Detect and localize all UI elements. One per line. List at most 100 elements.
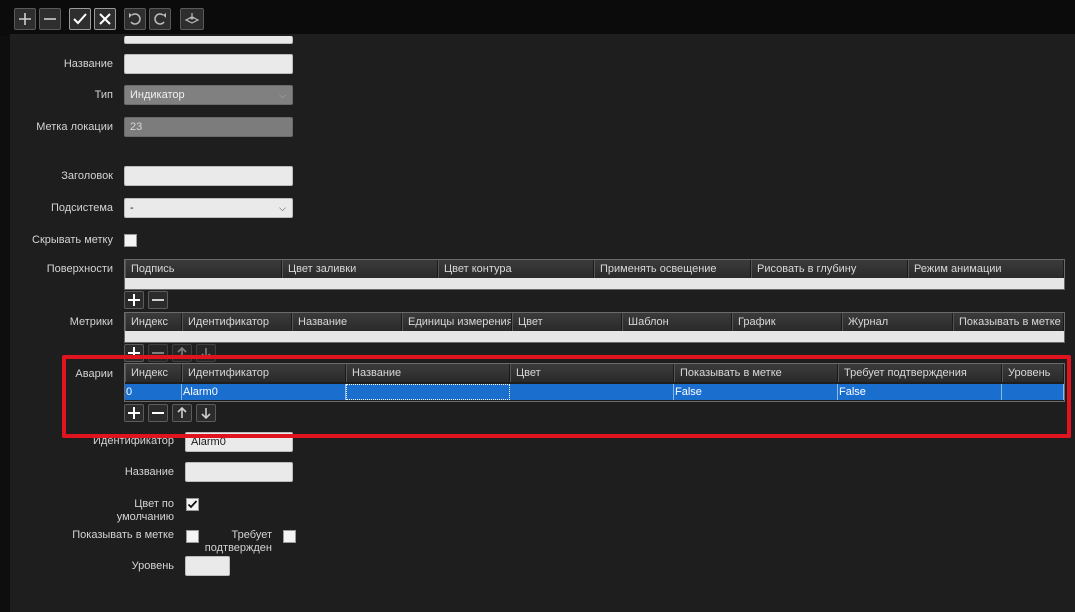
metrics-add-button[interactable] xyxy=(124,344,144,362)
check-icon xyxy=(187,500,198,509)
column-header[interactable]: Цвет xyxy=(512,313,622,331)
column-header[interactable]: Название xyxy=(292,313,402,331)
add-button[interactable] xyxy=(14,8,36,30)
column-header[interactable]: Рисовать в глубину xyxy=(751,260,908,278)
alarm-index-cell[interactable]: 0 xyxy=(125,384,182,400)
default-color-label: Цвет по умолчанию xyxy=(116,498,174,523)
header-label: Заголовок xyxy=(61,170,113,182)
metrics-grid[interactable]: Индекс Идентификатор Название Единицы из… xyxy=(124,312,1065,343)
metrics-grid-header: Индекс Идентификатор Название Единицы из… xyxy=(125,313,1064,331)
alarms-add-button[interactable] xyxy=(124,404,144,422)
surfaces-grid-header: Подпись Цвет заливки Цвет контура Примен… xyxy=(125,260,1064,278)
column-header[interactable]: Цвет xyxy=(510,364,674,382)
type-label: Тип xyxy=(94,89,113,101)
column-header[interactable]: Шаблон xyxy=(622,313,732,331)
apply-button[interactable] xyxy=(69,8,91,30)
remove-button[interactable] xyxy=(39,8,61,30)
arrow-down-icon xyxy=(201,348,211,360)
name-label: Название xyxy=(63,58,113,70)
level-label: Уровень xyxy=(131,560,174,572)
scrolled-input xyxy=(124,36,293,44)
redo-button[interactable] xyxy=(149,8,171,30)
arrow-up-icon xyxy=(177,406,187,418)
metrics-remove-button[interactable] xyxy=(148,344,168,362)
column-header[interactable]: Индекс xyxy=(125,364,182,382)
chevron-down-icon: ⌵ xyxy=(279,203,286,213)
arrow-up-icon xyxy=(177,346,187,358)
alarm-color-cell[interactable] xyxy=(510,384,674,400)
plus-icon xyxy=(128,407,140,419)
column-header[interactable]: Цвет заливки xyxy=(282,260,438,278)
level-field[interactable] xyxy=(185,556,230,576)
redo-icon xyxy=(154,13,166,25)
column-header[interactable]: Журнал xyxy=(842,313,953,331)
alarms-label: Аварии xyxy=(75,368,113,380)
metrics-move-down-button[interactable] xyxy=(196,344,216,362)
alarm-name-field[interactable] xyxy=(185,462,293,482)
column-header[interactable]: Идентификатор xyxy=(182,364,346,382)
column-header[interactable]: Применять освещение xyxy=(594,260,751,278)
header-field[interactable] xyxy=(124,166,293,186)
hide-label-label: Скрывать метку xyxy=(32,234,113,246)
type-value: Индикатор xyxy=(130,89,185,101)
undo-icon xyxy=(129,13,141,25)
table-row[interactable]: 0 Alarm0 False False xyxy=(125,384,1064,400)
metrics-label: Метрики xyxy=(69,316,113,328)
column-header[interactable]: Режим анимации xyxy=(908,260,1064,278)
alarm-name-label: Название xyxy=(124,466,174,478)
surfaces-grid[interactable]: Подпись Цвет заливки Цвет контура Примен… xyxy=(124,259,1065,290)
alarms-grid[interactable]: Индекс Идентификатор Название Цвет Показ… xyxy=(124,363,1065,402)
name-field[interactable] xyxy=(124,54,293,74)
column-header[interactable]: Цвет контура xyxy=(438,260,594,278)
cancel-button[interactable] xyxy=(94,8,116,30)
subsystem-label: Подсистема xyxy=(50,202,113,214)
alarms-move-down-button[interactable] xyxy=(196,404,216,422)
alarm-requires-ack-cell[interactable]: False xyxy=(838,384,1002,400)
column-header[interactable]: Подпись xyxy=(125,260,282,278)
column-header[interactable]: Показывать в метке xyxy=(953,313,1064,331)
plus-icon xyxy=(128,294,140,306)
surfaces-remove-button[interactable] xyxy=(148,291,168,309)
location-field[interactable]: 23 xyxy=(124,117,293,137)
properties-panel: Название Тип Индикатор ⌵ Метка локации 2… xyxy=(10,36,1075,612)
column-header[interactable]: Показывать в метке xyxy=(674,364,838,382)
layers-button[interactable] xyxy=(180,8,204,30)
column-header[interactable]: Индекс xyxy=(125,313,182,331)
surfaces-label: Поверхности xyxy=(46,263,113,275)
surfaces-add-button[interactable] xyxy=(124,291,144,309)
check-icon xyxy=(73,13,87,25)
subsystem-select[interactable]: - ⌵ xyxy=(124,198,293,218)
layers-icon xyxy=(184,13,200,24)
hide-label-checkbox[interactable] xyxy=(124,234,137,247)
plus-icon xyxy=(19,13,31,25)
column-header[interactable]: График xyxy=(732,313,842,331)
alarm-show-in-label-cell[interactable]: False xyxy=(674,384,838,400)
minus-icon xyxy=(152,352,164,354)
metrics-move-up-button[interactable] xyxy=(172,344,192,362)
alarms-grid-header: Индекс Идентификатор Название Цвет Показ… xyxy=(125,364,1064,382)
alarms-remove-button[interactable] xyxy=(148,404,168,422)
column-header[interactable]: Название xyxy=(346,364,510,382)
chevron-down-icon: ⌵ xyxy=(279,90,286,100)
plus-icon xyxy=(128,347,140,359)
column-header[interactable]: Требует подтверждения xyxy=(838,364,1002,382)
default-color-checkbox[interactable] xyxy=(186,498,199,511)
minus-icon xyxy=(152,412,164,414)
type-select[interactable]: Индикатор ⌵ xyxy=(124,85,293,105)
undo-button[interactable] xyxy=(124,8,146,30)
alarm-identifier-cell[interactable]: Alarm0 xyxy=(182,384,346,400)
alarm-name-cell[interactable] xyxy=(346,384,510,400)
minus-icon xyxy=(44,18,56,20)
arrow-down-icon xyxy=(201,408,211,420)
alarms-move-up-button[interactable] xyxy=(172,404,192,422)
column-header[interactable]: Единицы измерения xyxy=(402,313,512,331)
column-header[interactable]: Идентификатор xyxy=(182,313,292,331)
alarm-identifier-field[interactable]: Alarm0 xyxy=(185,432,293,452)
show-in-label-checkbox[interactable] xyxy=(186,530,199,543)
column-header[interactable]: Уровень xyxy=(1002,364,1064,382)
requires-ack-label: Требует подтвержден xyxy=(204,529,272,554)
location-label: Метка локации xyxy=(36,121,113,133)
alarm-level-cell[interactable] xyxy=(1002,384,1064,400)
requires-ack-checkbox[interactable] xyxy=(283,530,296,543)
toolbar xyxy=(0,0,1075,36)
